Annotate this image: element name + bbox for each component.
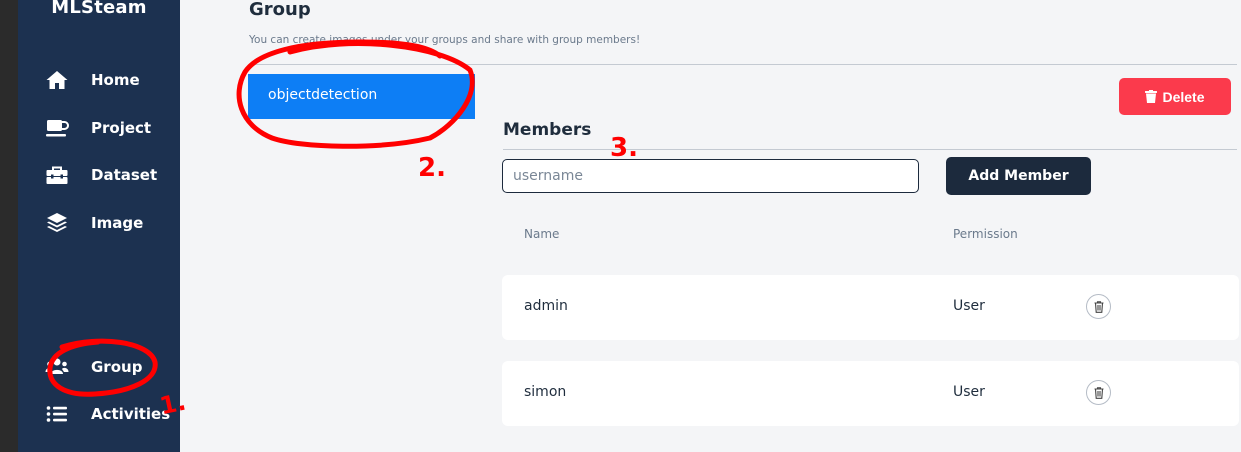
delete-label: Delete [1162,88,1205,105]
member-name: simon [524,384,567,400]
sidebar-item-label: Group [91,358,143,376]
sidebar-item-label: Project [91,119,152,137]
sidebar-item-home[interactable]: Home [18,62,180,98]
home-icon [45,68,69,92]
member-row: admin User [502,275,1239,340]
page-title: Group [249,0,311,20]
column-header-permission: Permission [953,227,1018,241]
sidebar-item-dataset[interactable]: Dataset [18,157,180,193]
list-icon [45,402,69,426]
column-header-name: Name [524,227,560,241]
window-edge [0,0,18,452]
page-subtitle: You can create images under your groups … [249,34,641,46]
sidebar-item-label: Dataset [91,166,158,184]
app-brand: MLSteam [51,0,147,18]
layers-icon [45,211,69,235]
sidebar-item-label: Activities [91,405,171,423]
username-input[interactable] [502,159,919,193]
remove-member-button[interactable] [1086,380,1111,405]
mug-icon [45,116,69,140]
trash-icon [1094,386,1103,399]
sidebar: MLSteam Home Project Dataset Image Group [18,0,180,452]
member-permission: User [953,298,985,314]
header-divider [249,64,1237,65]
annotation-step-2: 2. [418,153,446,183]
group-item-selected[interactable]: objectdetection [248,74,475,119]
sidebar-item-project[interactable]: Project [18,110,180,146]
member-name: admin [524,298,568,314]
sidebar-item-label: Home [91,71,140,89]
remove-member-button[interactable] [1086,294,1111,319]
members-divider [503,149,1237,150]
sidebar-item-activities[interactable]: Activities [18,396,180,432]
trash-icon [1145,90,1158,103]
delete-group-button[interactable]: Delete [1119,78,1231,115]
member-row: simon User [502,361,1239,426]
sidebar-item-image[interactable]: Image [18,205,180,241]
sidebar-item-label: Image [91,214,144,232]
members-title: Members [503,120,592,140]
users-icon [45,355,69,379]
member-permission: User [953,384,985,400]
add-member-button[interactable]: Add Member [946,157,1091,195]
trash-icon [1094,300,1103,313]
toolbox-icon [45,163,69,187]
sidebar-item-group[interactable]: Group [18,349,180,385]
